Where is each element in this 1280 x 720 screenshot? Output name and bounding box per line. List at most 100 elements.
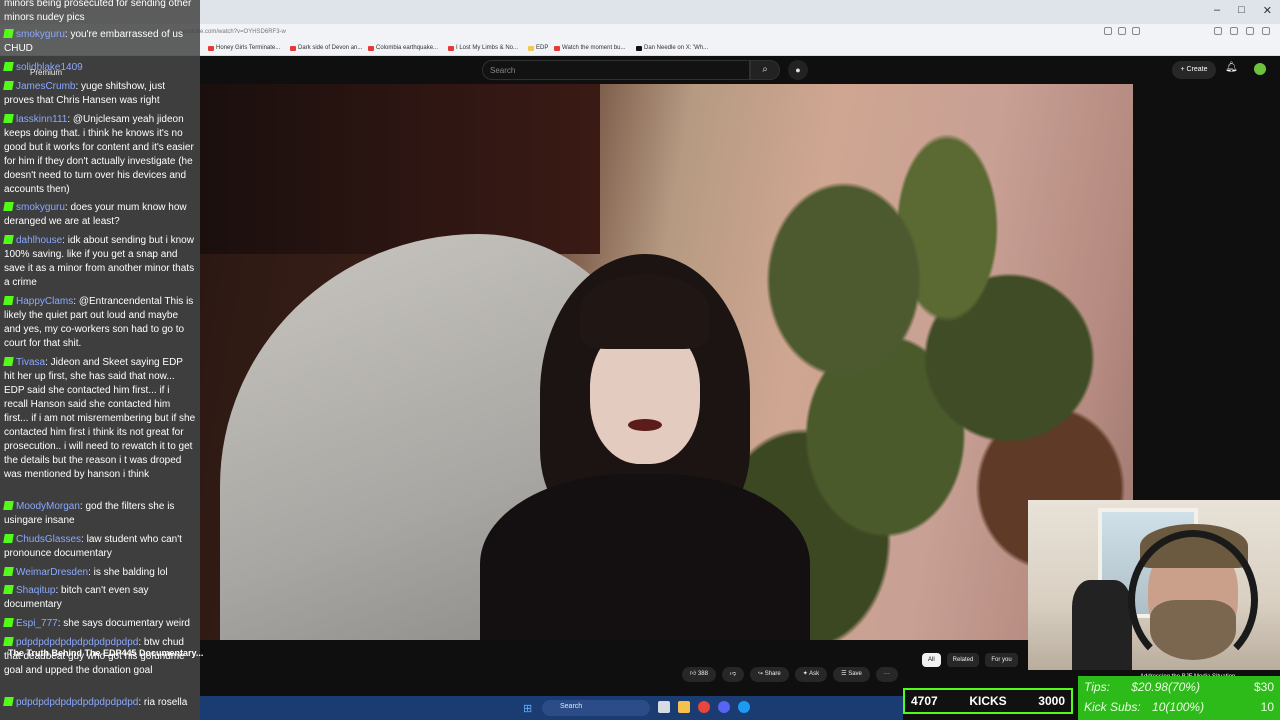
search-button[interactable]: ⌕ — [750, 60, 780, 80]
share-icon[interactable] — [1118, 27, 1126, 35]
bookmark-item[interactable]: Honey Girls Terminate... — [208, 45, 280, 51]
chat-message: smokyguru: does your mum know how derang… — [3, 201, 196, 229]
kick-badge-icon — [3, 534, 14, 543]
microphone-icon: ● — [795, 65, 801, 75]
chat-username[interactable]: solidblake1409 — [16, 62, 83, 73]
chat-message: Shaqitup: bitch can't even say documenta… — [3, 584, 196, 612]
task-view-icon[interactable] — [658, 701, 670, 713]
more-actions-button[interactable]: ··· — [875, 667, 898, 682]
chat-message: smokyguru: you're embarrassed of us CHUD — [3, 28, 196, 56]
chat-message: pdpdpdpdpdpdpdpdpdpdpd: ria rosella — [3, 696, 196, 710]
chat-username[interactable]: WeimarDresden — [16, 567, 88, 578]
discord-icon[interactable] — [718, 701, 730, 713]
chat-text: minors being prosecuted for sending othe… — [4, 0, 192, 23]
chip-all[interactable]: All — [922, 653, 941, 667]
create-button[interactable]: + Create — [1172, 61, 1216, 79]
like-button[interactable]: 👍︎ 388 — [682, 667, 716, 682]
save-label: Save — [848, 671, 862, 677]
windows-start-icon[interactable]: ⊞ — [523, 702, 532, 715]
kick-badge-icon — [3, 296, 14, 305]
video-curtain — [200, 84, 600, 254]
bookmark-item[interactable]: Watch the moment bu... — [554, 45, 625, 51]
kick-badge-icon — [3, 501, 14, 510]
minimize-icon[interactable]: – — [1214, 4, 1220, 17]
close-icon[interactable]: ✕ — [1263, 4, 1272, 17]
chat-username[interactable]: HappyClams — [16, 296, 73, 307]
kick-badge-icon — [3, 235, 14, 244]
notifications-bell-icon[interactable]: 🔔︎ — [1225, 62, 1238, 73]
video-player[interactable] — [200, 84, 1133, 640]
bookmark-favicon-icon — [368, 45, 374, 51]
account-avatar[interactable] — [1254, 63, 1266, 75]
menu-icon[interactable] — [1262, 27, 1270, 35]
download-icon[interactable] — [1214, 27, 1222, 35]
file-explorer-icon[interactable] — [678, 701, 690, 713]
chrome-icon[interactable] — [698, 701, 710, 713]
chat-message: HappyClams: @Entrancendental This is lik… — [3, 295, 196, 351]
bookmark-label: I Lost My Limbs & No... — [456, 45, 519, 51]
search-input[interactable]: Search — [482, 60, 750, 80]
dislike-button[interactable]: 👎︎ — [721, 667, 745, 682]
tips-goal-panel: Tips: $20.98(70%) $30 Kick Subs: 10(100%… — [1078, 676, 1280, 720]
bookmark-label: Honey Girls Terminate... — [216, 45, 281, 51]
chat-message: MoodyMorgan: god the filters she is usin… — [3, 500, 196, 528]
subs-label: Kick Subs: — [1084, 700, 1141, 714]
chat-username[interactable]: ChudsGlasses — [16, 534, 81, 545]
save-button[interactable]: ☰ Save — [833, 667, 870, 682]
maximize-icon[interactable]: □ — [1238, 4, 1245, 17]
extensions-icon[interactable] — [1230, 27, 1238, 35]
chip-for-you[interactable]: For you — [985, 653, 1018, 667]
chat-text: Jideon and Skeet saying EDP hit her up f… — [4, 357, 196, 480]
chat-username[interactable]: JamesCrumb — [16, 81, 75, 92]
chat-message: WeimarDresden: is she balding lol — [3, 566, 196, 580]
profile-icon[interactable] — [1246, 27, 1254, 35]
taskbar-search[interactable]: Search — [542, 700, 650, 716]
tips-row: Tips: $20.98(70%) — [1084, 680, 1200, 694]
chat-username[interactable]: MoodyMorgan — [16, 501, 80, 512]
bookmark-favicon-icon — [290, 45, 296, 51]
webcam-chair — [1072, 580, 1132, 670]
chat-text: ria rosella — [143, 697, 188, 708]
app-icon[interactable] — [738, 701, 750, 713]
bookmark-label: Watch the moment bu... — [562, 45, 626, 51]
share-button[interactable]: ↪ Share — [750, 667, 789, 682]
windows-taskbar: ⊞ Search — [200, 696, 903, 720]
toolbar-icons — [1214, 27, 1270, 35]
chat-username[interactable]: lasskinn111 — [16, 114, 67, 125]
chat-username[interactable]: dahlhouse — [16, 235, 62, 246]
video-person — [480, 254, 810, 640]
screen: – □ ✕ youtube.com/watch?v=OYHSD6RF3-w Ho… — [0, 0, 1280, 720]
bookmark-item[interactable]: Colombia earthquake... — [368, 45, 438, 51]
chat-message: lasskinn111: @Unjclesam yeah jideon keep… — [3, 113, 196, 197]
chat-username[interactable]: smokyguru — [16, 202, 65, 213]
chat-username[interactable]: Shaqitup — [16, 585, 55, 596]
chat-username[interactable]: pdpdpdpdpdpdpdpdpdpdpd — [16, 637, 138, 648]
chat-username[interactable]: smokyguru — [16, 29, 65, 40]
install-icon[interactable] — [1104, 27, 1112, 35]
voice-search-button[interactable]: ● — [788, 60, 808, 80]
bookmark-favicon-icon — [528, 45, 534, 51]
star-icon[interactable] — [1132, 27, 1140, 35]
chip-related[interactable]: Related — [946, 653, 980, 667]
chat-username[interactable]: Tivasa — [16, 357, 45, 368]
chat-username[interactable]: pdpdpdpdpdpdpdpdpdpdpd — [16, 697, 138, 708]
person-lips — [628, 419, 662, 431]
streamer-webcam — [1028, 500, 1280, 670]
bookmark-item[interactable]: Dan Needle on X: 'Wh... — [636, 45, 708, 51]
chat-message: dahlhouse: idk about sending but i know … — [3, 234, 196, 290]
video-title[interactable]: The Truth Behind The EDP445 Documentary.… — [8, 648, 203, 658]
headphones-icon — [1128, 530, 1258, 670]
bookmark-item[interactable]: I Lost My Limbs & No... — [448, 45, 518, 51]
bookmark-item[interactable]: EDP — [528, 45, 548, 51]
kick-badge-icon — [3, 567, 14, 576]
chat-username[interactable]: Espi_777 — [16, 618, 58, 629]
kick-badge-icon — [3, 618, 14, 627]
chat-text: is she balding lol — [93, 567, 168, 578]
kick-badge-icon — [3, 357, 14, 366]
bookmark-label: EDP — [536, 45, 549, 51]
bookmark-favicon-icon — [448, 45, 454, 51]
bookmark-item[interactable]: Dark side of Devon an... — [290, 45, 362, 51]
kick-badge-icon — [3, 114, 14, 123]
kicks-current: 4707 — [911, 694, 938, 708]
ask-button[interactable]: ✦ Ask — [794, 667, 828, 682]
